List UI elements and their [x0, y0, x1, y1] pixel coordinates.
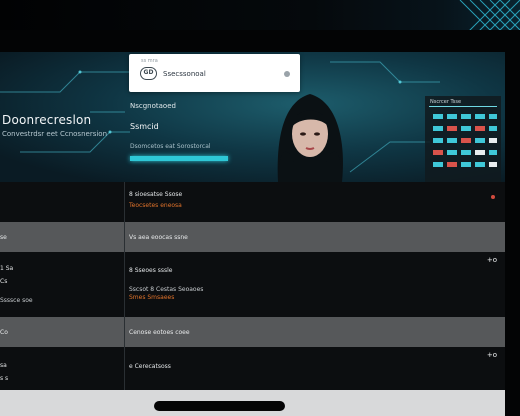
row-subtitle: Sscsot 8 Cestas Seoaoes [129, 286, 204, 293]
column-divider [124, 182, 125, 222]
brand-title: Doonrecreslon [2, 113, 92, 127]
row-label-secondary: s s [0, 375, 9, 382]
row-title: Vs aea eoocas ssne [129, 234, 188, 241]
column-divider [124, 347, 125, 390]
hero-description: Dsomcetos eat Sorostorcal [130, 143, 211, 150]
row-action-icon[interactable]: +o [487, 256, 497, 264]
dashboard-title: Nscrcer Tsse [430, 99, 462, 105]
row-action-icon[interactable]: +o [487, 351, 497, 359]
column-divider [124, 317, 125, 347]
row-subtitle: Teocsetes eneosa [129, 202, 182, 209]
row-title: 8 sioesatse Ssose [129, 191, 183, 198]
row-title: e Cerecatsoss [129, 363, 171, 370]
list-row[interactable]: se Vs aea eoocas ssne [0, 222, 505, 252]
row-label: Co [0, 329, 8, 336]
list-row[interactable]: 8 sioesatse Ssose Teocsetes eneosa [0, 182, 505, 222]
hero-label: Nscgnotaoed [130, 102, 176, 110]
row-label: 1 Sa [0, 265, 14, 272]
toggle-icon[interactable] [284, 71, 290, 77]
status-dot-icon [491, 195, 495, 199]
row-label: se [0, 234, 7, 241]
list-row[interactable]: 1 Sa Cs Ssssce soe 8 Sseoes sssle Sscsot… [0, 252, 505, 317]
row-title: 8 Sseoes sssle [129, 267, 173, 274]
app-logo-icon: GD [140, 67, 157, 80]
home-indicator-bar[interactable] [154, 401, 285, 411]
app-name: Ssecssonoal [163, 70, 206, 78]
search-card-label: ss mra [141, 58, 158, 64]
hero-cta-bar[interactable] [130, 156, 228, 161]
row-subtitle-secondary: Smes Smsaees [129, 294, 175, 301]
hero-banner: Doonrecreslon Convestrdsr eet Ccnosnersi… [0, 52, 505, 182]
hero-heading: Ssmcid [130, 122, 159, 131]
column-divider [124, 222, 125, 252]
row-label-secondary: Cs [0, 278, 8, 285]
column-divider [124, 252, 125, 317]
list-row[interactable]: sa s s e Cerecatsoss +o [0, 347, 505, 390]
row-label: sa [0, 362, 7, 369]
brand-subtitle: Convestrdsr eet Ccnosnersion [2, 130, 108, 138]
list-row[interactable]: Co Cenose eotoes coee [0, 317, 505, 347]
row-title: Cenose eotoes coee [129, 329, 190, 336]
row-label-tertiary: Ssssce soe [0, 297, 33, 304]
avatar-portrait-image [277, 94, 343, 182]
screen: Doonrecreslon Convestrdsr eet Ccnosnersi… [0, 52, 505, 392]
dashboard-graphic [425, 96, 501, 182]
